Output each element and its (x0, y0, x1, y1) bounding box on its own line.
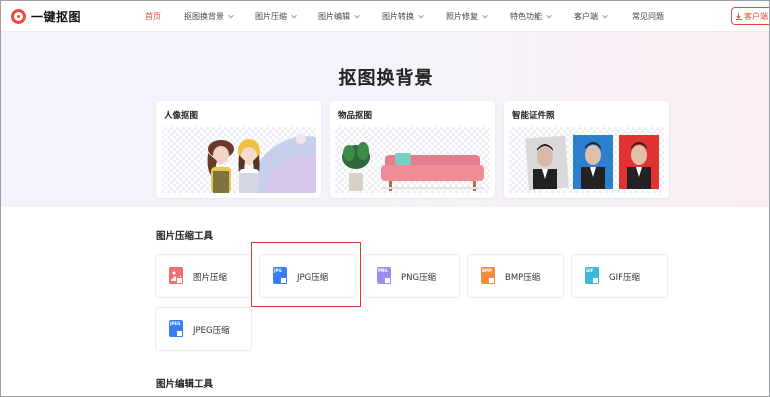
nav-item-compress[interactable]: 图片压缩 (255, 11, 297, 22)
brand-name: 一键抠图 (31, 10, 82, 24)
category-card-id-photo[interactable]: 智能证件照 (504, 101, 669, 198)
category-card-object[interactable]: 物品抠图 (330, 101, 495, 198)
tool-label: PNG压缩 (401, 273, 437, 283)
png-file-icon: PNG (377, 267, 391, 284)
portrait-illustration (207, 134, 316, 193)
top-nav: 一键抠图 首页 抠图换背景 图片压缩 图片编辑 图片转换 照片修复 特色功能 客… (1, 1, 769, 32)
nav-item-cutout[interactable]: 抠图换背景 (184, 11, 234, 22)
nav-item-home[interactable]: 首页 (145, 11, 161, 22)
tool-label: GIF压缩 (609, 273, 640, 283)
chevron-down-icon (291, 12, 297, 18)
nav-item-features[interactable]: 特色功能 (510, 11, 552, 22)
jpeg-file-icon: JPEG (169, 320, 183, 337)
nav-item-repair[interactable]: 照片修复 (446, 11, 488, 22)
nav-item-convert[interactable]: 图片转换 (382, 11, 424, 22)
nav-item-edit[interactable]: 图片编辑 (318, 11, 360, 22)
brand-logo[interactable]: 一键抠图 (11, 8, 81, 25)
tool-png-compress[interactable]: PNG PNG压缩 (363, 254, 460, 298)
chevron-down-icon (354, 12, 360, 18)
id-photo-illustration (525, 135, 659, 191)
chevron-down-icon (546, 12, 552, 18)
section-title-edit: 图片编辑工具 (156, 379, 214, 390)
chevron-down-icon (602, 12, 608, 18)
download-client-button[interactable]: 客户端 (731, 7, 769, 25)
hero-section: 抠图换背景 人像抠图 物品抠图 智能证件照 (1, 32, 769, 207)
tool-label: BMP压缩 (505, 273, 541, 283)
tool-bmp-compress[interactable]: BMP BMP压缩 (467, 254, 564, 298)
object-image (335, 127, 490, 193)
category-card-portrait[interactable]: 人像抠图 (156, 101, 321, 198)
category-label: 智能证件照 (512, 111, 555, 121)
page: 一键抠图 首页 抠图换背景 图片压缩 图片编辑 图片转换 照片修复 特色功能 客… (0, 0, 770, 397)
bmp-file-icon: BMP (481, 267, 495, 284)
nav-item-faq[interactable]: 常见问题 (632, 11, 664, 22)
tool-label: 图片压缩 (193, 273, 228, 283)
hero-title: 抠图换背景 (338, 68, 434, 89)
section-title-compress: 图片压缩工具 (156, 231, 214, 242)
tool-jpeg-compress[interactable]: JPEG JPEG压缩 (155, 307, 252, 351)
portrait-image (161, 127, 316, 193)
image-compress-icon (169, 267, 183, 284)
logo-icon (11, 9, 26, 24)
category-label: 人像抠图 (164, 111, 199, 121)
tool-image-compress[interactable]: 图片压缩 (155, 254, 252, 298)
category-label: 物品抠图 (338, 111, 373, 121)
id-photo-image (509, 127, 664, 193)
gif-file-icon: GIF (585, 267, 599, 284)
nav-item-client[interactable]: 客户端 (574, 11, 608, 22)
tool-label: JPEG压缩 (193, 326, 230, 336)
chevron-down-icon (418, 12, 424, 18)
chevron-down-icon (228, 12, 234, 18)
chevron-down-icon (482, 12, 488, 18)
object-illustration (342, 142, 484, 191)
download-icon (736, 12, 742, 20)
tool-gif-compress[interactable]: GIF GIF压缩 (571, 254, 668, 298)
highlight-box (251, 242, 361, 307)
